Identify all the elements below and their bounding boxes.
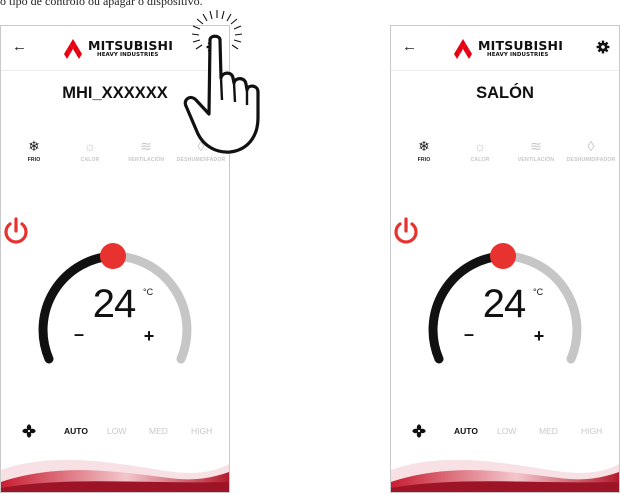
mode-label: CALOR [80,157,100,163]
mode-label: FRIO [417,157,431,163]
brand-name: MITSUBISHI [478,38,564,53]
header-divider [391,70,619,71]
increase-temp-button[interactable]: + [141,327,157,345]
power-icon[interactable] [1,216,31,246]
dial-handle[interactable] [490,243,516,269]
snowflake-icon: ❄ [28,138,40,154]
mode-cool[interactable]: ❄ FRIO [396,138,452,163]
mode-label: VENTILACIÓN [127,157,165,163]
temperature-unit: °C [143,287,154,297]
drop-icon: ◊ [587,138,595,154]
snowflake-icon: ❄ [418,138,430,154]
top-bar: ← MITSUBISHI HEAVY INDUSTRIES [391,26,619,70]
pointing-hand-icon [183,10,260,154]
temperature-unit: °C [533,287,544,297]
mitsubishi-diamonds-icon [454,39,472,59]
mode-label: DESHUMIDIFADOR [566,157,616,163]
power-icon[interactable] [391,216,421,246]
gear-icon[interactable] [596,40,610,54]
sun-icon: ☼ [473,138,487,154]
sun-icon: ☼ [83,138,97,154]
temperature-dial: 24 °C – + [391,216,619,386]
mode-heat[interactable]: ☼ CALOR [62,138,118,163]
mode-fan[interactable]: ≋ VENTILACIÓN [508,138,564,163]
wind-icon: ≋ [140,138,152,154]
mode-label: CALOR [470,157,490,163]
decrease-temp-button[interactable]: – [71,325,87,343]
mode-fan[interactable]: ≋ VENTILACIÓN [118,138,174,163]
temperature-value: 24 [92,282,137,326]
back-arrow-icon[interactable]: ← [402,38,418,56]
mode-label: FRIO [27,157,41,163]
wind-icon: ≋ [530,138,542,154]
device-name: SALÓN [476,84,534,102]
brand-logo: MITSUBISHI HEAVY INDUSTRIES [451,39,567,59]
decorative-wave [1,459,229,492]
decrease-temp-button[interactable]: – [461,325,477,343]
temperature-dial: 24 °C – + [1,216,229,386]
brand-logo: MITSUBISHI HEAVY INDUSTRIES [61,39,177,59]
brand-subtitle: HEAVY INDUSTRIES [487,52,549,58]
mode-cool[interactable]: ❄ FRIO [6,138,62,163]
brand-name: MITSUBISHI [88,38,174,53]
mode-selector: ❄ FRIO ☼ CALOR ≋ VENTILACIÓN ◊ DESHUMIDI… [391,138,619,170]
mode-label: VENTILACIÓN [517,157,555,163]
mode-dry[interactable]: ◊ DESHUMIDIFADOR [563,138,619,163]
phone-screen-right: ← MITSUBISHI HEAVY INDUSTRIES SALÓN ❄ FR… [390,25,620,493]
brand-subtitle: HEAVY INDUSTRIES [97,52,159,58]
increase-temp-button[interactable]: + [531,327,547,345]
mitsubishi-diamonds-icon [64,39,82,59]
decorative-wave [391,459,619,492]
instruction-caption: o tipo de controlo ou apagar o dispositi… [0,0,203,8]
dial-handle[interactable] [100,243,126,269]
temperature-value: 24 [482,282,527,326]
back-arrow-icon[interactable]: ← [12,38,28,56]
mode-heat[interactable]: ☼ CALOR [452,138,508,163]
